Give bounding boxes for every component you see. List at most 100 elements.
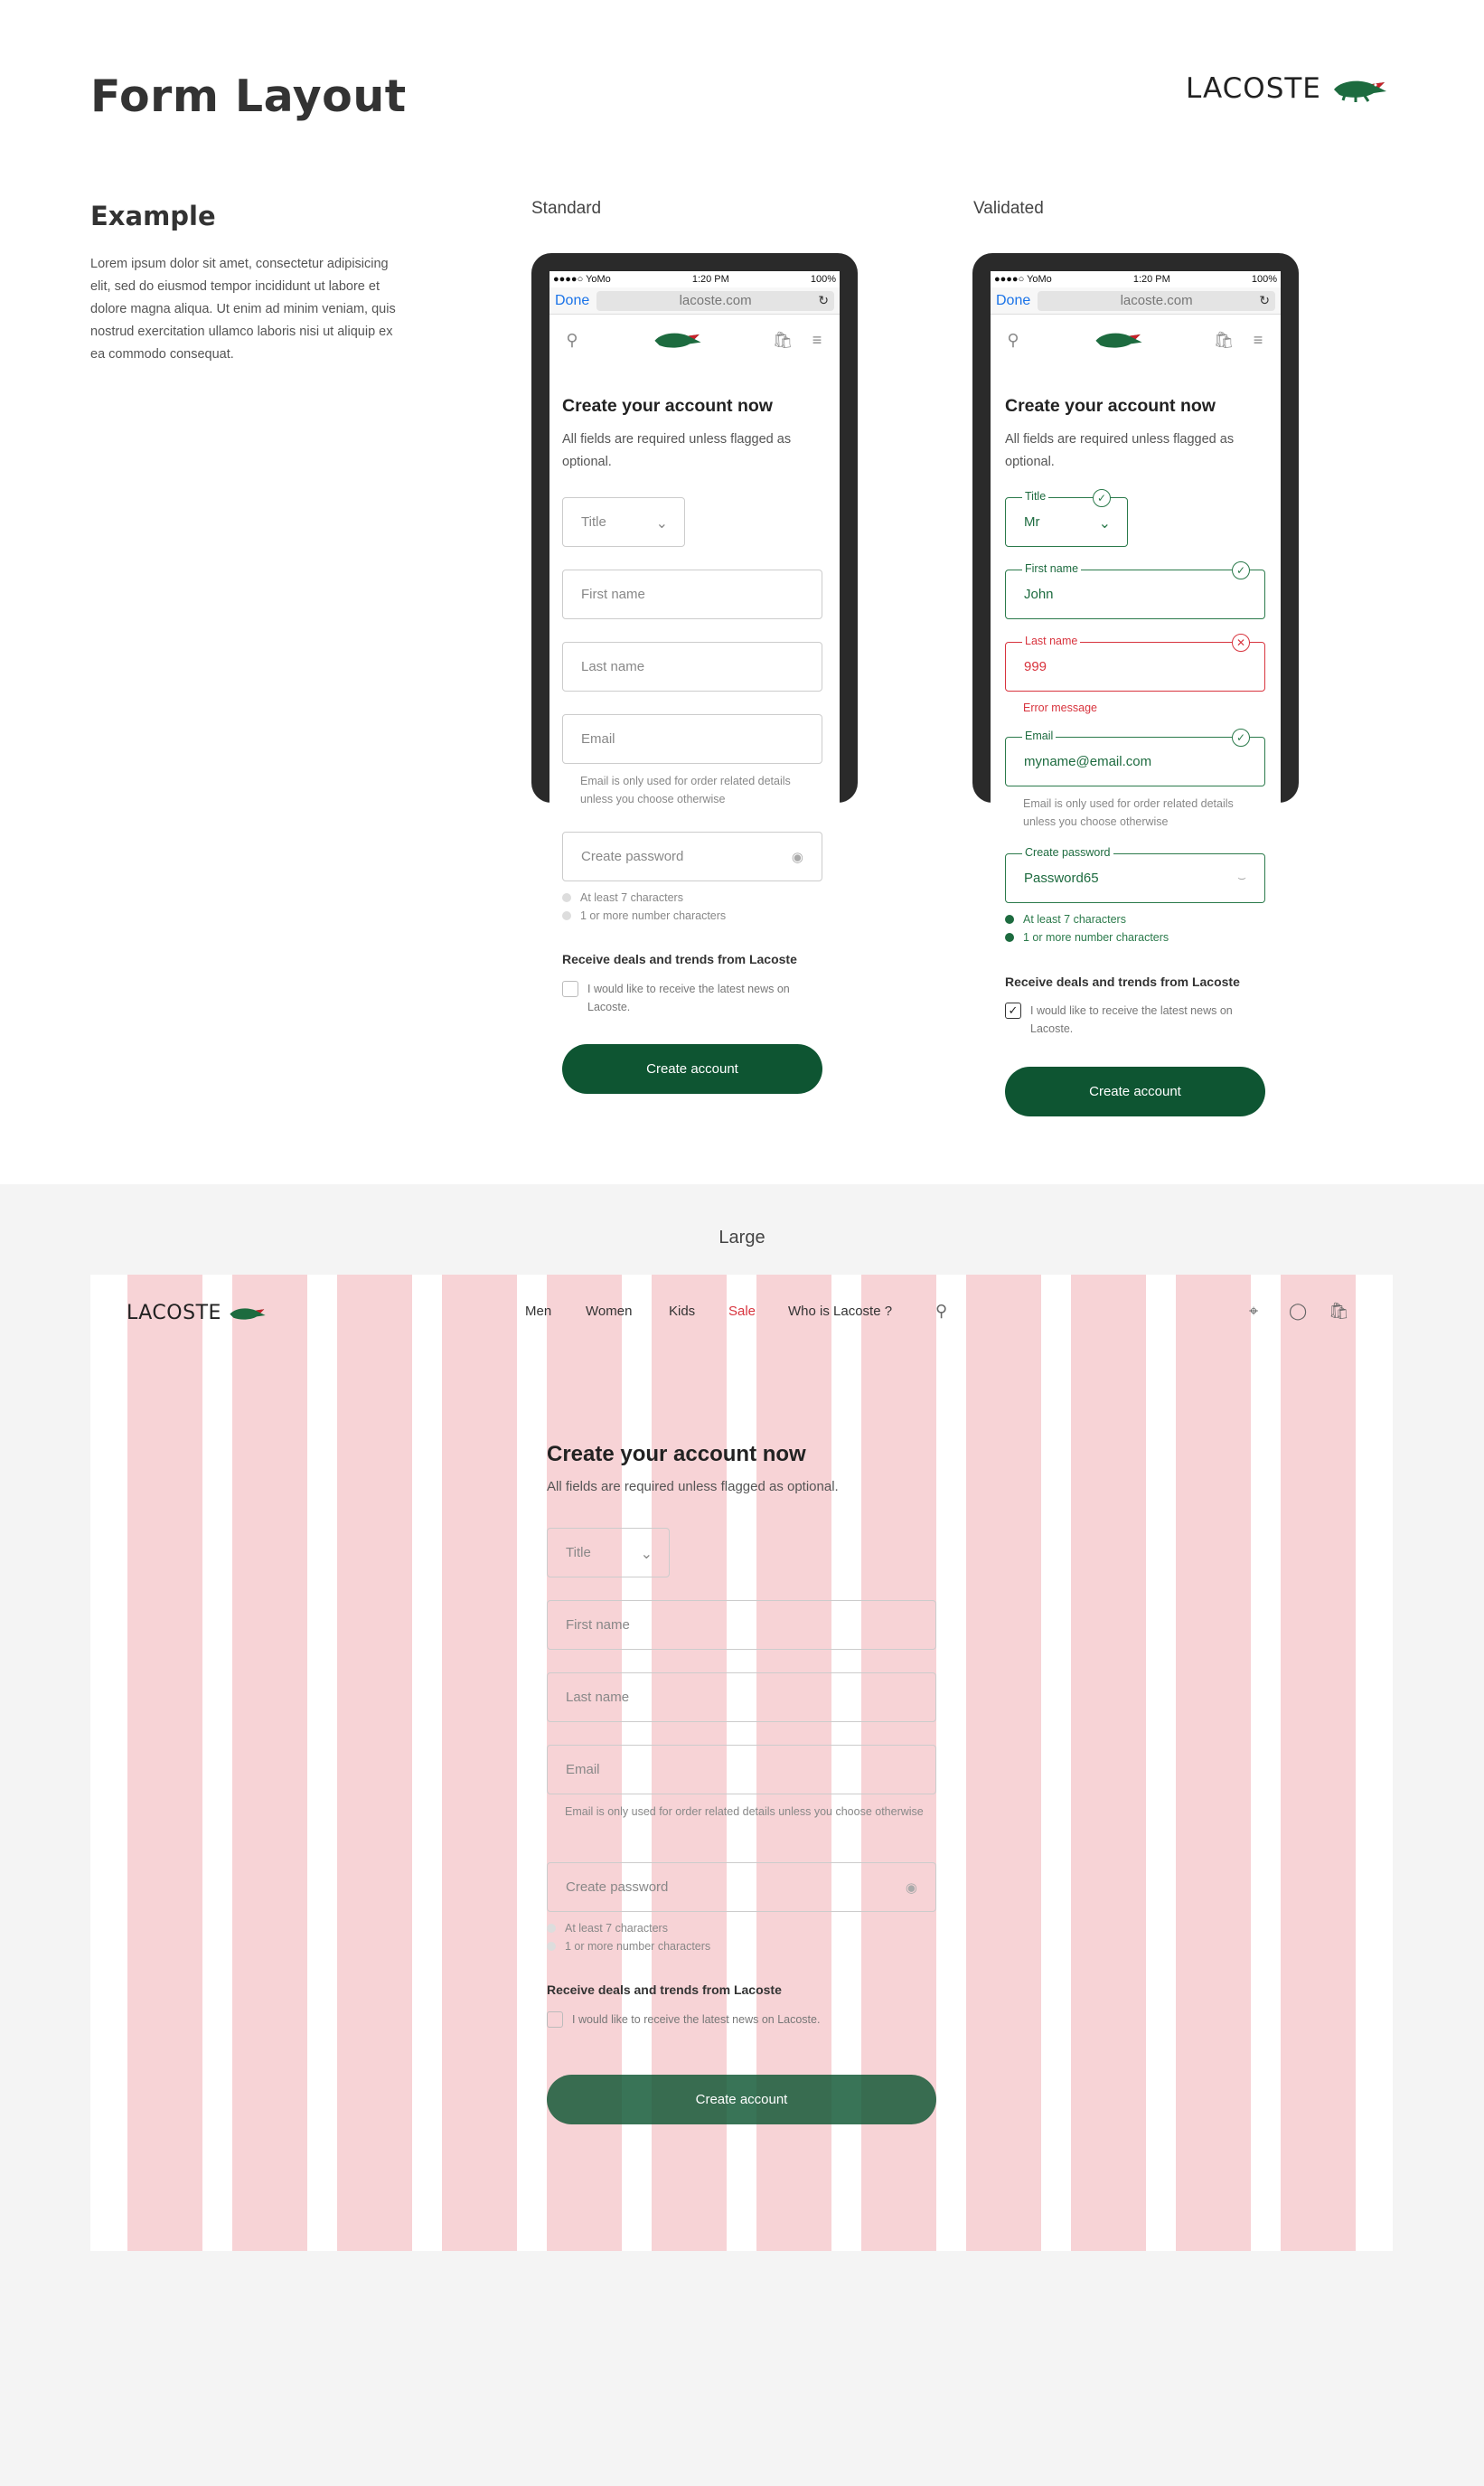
deals-checkbox[interactable] bbox=[562, 981, 578, 997]
email-value: myname@email.com bbox=[1024, 754, 1152, 769]
nav-sale[interactable]: Sale bbox=[728, 1304, 756, 1319]
form-subtitle: All fields are required unless flagged a… bbox=[1005, 432, 1235, 469]
create-account-button[interactable]: Create account bbox=[1005, 1067, 1265, 1116]
grid-column bbox=[337, 1275, 412, 2251]
user-icon[interactable]: ◯ bbox=[1289, 1302, 1307, 1321]
email-hint: Email is only used for order related det… bbox=[565, 1805, 924, 1818]
cart-icon[interactable]: 🛍 bbox=[1329, 1302, 1349, 1321]
deals-checkbox-row[interactable]: ✓ I would like to receive the latest news… bbox=[1005, 1002, 1267, 1038]
last-name-placeholder: Last name bbox=[581, 659, 645, 674]
crocodile-icon[interactable] bbox=[653, 326, 703, 353]
browser-bar: Done lacoste.com ↻ bbox=[549, 287, 840, 315]
search-icon[interactable]: ⚲ bbox=[1003, 330, 1023, 350]
grid-column bbox=[1281, 1275, 1356, 2251]
first-name-field[interactable]: First name bbox=[562, 570, 822, 619]
crocodile-icon[interactable] bbox=[1094, 326, 1144, 353]
requirement-dot bbox=[562, 893, 571, 902]
grid-column bbox=[232, 1275, 307, 2251]
create-account-button[interactable]: Create account bbox=[547, 2075, 936, 2124]
form-subtitle: All fields are required unless flagged a… bbox=[562, 432, 792, 469]
form-title: Create your account now bbox=[547, 1442, 806, 1466]
deals-checkbox-row[interactable]: I would like to receive the latest news … bbox=[547, 2010, 936, 2029]
deals-checkbox-label: I would like to receive the latest news … bbox=[572, 2013, 821, 2026]
email-placeholder: Email bbox=[566, 1762, 600, 1777]
nav-who-is-lacoste[interactable]: Who is Lacoste ? bbox=[788, 1304, 892, 1319]
first-name-field[interactable]: First name bbox=[547, 1600, 936, 1650]
url-field[interactable]: lacoste.com ↻ bbox=[596, 290, 834, 311]
deals-checkbox-row[interactable]: I would like to receive the latest news … bbox=[562, 980, 824, 1016]
password-field[interactable]: Create password Password65 ⌣ bbox=[1005, 846, 1265, 903]
first-name-placeholder: First name bbox=[566, 1617, 630, 1633]
form-layout-page: Form Layout LACOSTE Example Lorem ipsum … bbox=[0, 0, 1484, 2486]
carrier: ●●●●○ YoMo bbox=[994, 274, 1052, 285]
large-brand-logo[interactable]: LACOSTE bbox=[127, 1302, 267, 1324]
page-title: Form Layout bbox=[90, 71, 407, 122]
email-field[interactable]: Email bbox=[562, 714, 822, 764]
last-name-field[interactable]: Last name 999 ✕ bbox=[1005, 634, 1265, 692]
last-name-placeholder: Last name bbox=[566, 1690, 630, 1705]
first-name-field[interactable]: First name John ✓ bbox=[1005, 561, 1265, 619]
done-button[interactable]: Done bbox=[996, 293, 1030, 309]
eye-icon[interactable]: ◉ bbox=[906, 1879, 917, 1896]
cart-icon[interactable]: 🛍 bbox=[773, 330, 794, 350]
status-bar: ●●●●○ YoMo 1:20 PM 100% bbox=[549, 271, 840, 287]
email-field[interactable]: Email myname@email.com ✓ bbox=[1005, 729, 1265, 786]
password-field[interactable]: Create password ◉ bbox=[547, 1862, 936, 1912]
deals-checkbox-checked[interactable]: ✓ bbox=[1005, 1003, 1021, 1019]
form-title: Create your account now bbox=[1005, 396, 1216, 416]
chevron-down-icon: ⌄ bbox=[1098, 516, 1111, 532]
requirement-dot bbox=[547, 1942, 556, 1951]
requirement-number: 1 or more number characters bbox=[562, 909, 726, 922]
browser-bar: Done lacoste.com ↻ bbox=[991, 287, 1281, 315]
deals-checkbox-label: I would like to receive the latest news … bbox=[587, 983, 790, 1013]
form-title: Create your account now bbox=[562, 396, 773, 416]
crocodile-icon bbox=[1333, 80, 1386, 102]
requirement-text: At least 7 characters bbox=[565, 1922, 668, 1935]
first-name-floating-label: First name bbox=[1022, 562, 1082, 575]
email-hint: Email is only used for order related det… bbox=[580, 775, 791, 805]
title-value: Mr bbox=[1024, 514, 1040, 530]
first-name-placeholder: First name bbox=[581, 587, 645, 602]
requirement-number: 1 or more number characters bbox=[1005, 931, 1169, 944]
menu-icon[interactable]: ≡ bbox=[1248, 330, 1268, 350]
email-field[interactable]: Email bbox=[547, 1745, 936, 1794]
deals-checkbox[interactable] bbox=[547, 2011, 563, 2028]
cart-icon[interactable]: 🛍 bbox=[1214, 330, 1235, 350]
last-name-field[interactable]: Last name bbox=[562, 642, 822, 692]
reload-icon[interactable]: ↻ bbox=[1259, 293, 1270, 308]
eye-icon[interactable]: ⌣ bbox=[1237, 871, 1246, 886]
requirement-length: At least 7 characters bbox=[1005, 913, 1126, 926]
email-placeholder: Email bbox=[581, 731, 615, 747]
example-description: Lorem ipsum dolor sit amet, consectetur … bbox=[90, 257, 396, 362]
eye-icon[interactable]: ◉ bbox=[792, 849, 803, 865]
status-bar: ●●●●○ YoMo 1:20 PM 100% bbox=[991, 271, 1281, 287]
app-nav: ⚲ 🛍 ≡ bbox=[991, 315, 1281, 365]
reload-icon[interactable]: ↻ bbox=[818, 293, 829, 308]
nav-women[interactable]: Women bbox=[586, 1304, 632, 1319]
nav-men[interactable]: Men bbox=[525, 1304, 551, 1319]
password-field[interactable]: Create password ◉ bbox=[562, 832, 822, 881]
url-text: lacoste.com bbox=[1120, 293, 1193, 308]
last-name-field[interactable]: Last name bbox=[547, 1672, 936, 1722]
nav-kids[interactable]: Kids bbox=[669, 1304, 695, 1319]
requirement-dot bbox=[1005, 933, 1014, 942]
requirement-text: 1 or more number characters bbox=[580, 909, 727, 922]
search-icon[interactable]: ⚲ bbox=[562, 330, 582, 350]
requirement-text: 1 or more number characters bbox=[1023, 931, 1169, 944]
deals-checkbox-label: I would like to receive the latest news … bbox=[1030, 1004, 1233, 1035]
validated-label: Validated bbox=[973, 199, 1044, 218]
menu-icon[interactable]: ≡ bbox=[807, 330, 827, 350]
create-account-button[interactable]: Create account bbox=[562, 1044, 822, 1094]
email-floating-label: Email bbox=[1022, 730, 1057, 742]
crocodile-icon bbox=[230, 1307, 266, 1320]
requirement-number: 1 or more number characters bbox=[547, 1940, 710, 1953]
password-value: Password65 bbox=[1024, 871, 1099, 886]
search-icon[interactable]: ⚲ bbox=[935, 1302, 947, 1321]
title-select[interactable]: Title ⌄ bbox=[562, 497, 685, 547]
title-select[interactable]: Title Mr ⌄ ✓ bbox=[1005, 489, 1128, 547]
url-field[interactable]: lacoste.com ↻ bbox=[1038, 290, 1275, 311]
title-select[interactable]: Title ⌄ bbox=[547, 1528, 670, 1577]
done-button[interactable]: Done bbox=[555, 293, 589, 309]
deals-heading: Receive deals and trends from Lacoste bbox=[547, 1982, 782, 1997]
location-icon[interactable]: ⌖ bbox=[1249, 1302, 1258, 1321]
